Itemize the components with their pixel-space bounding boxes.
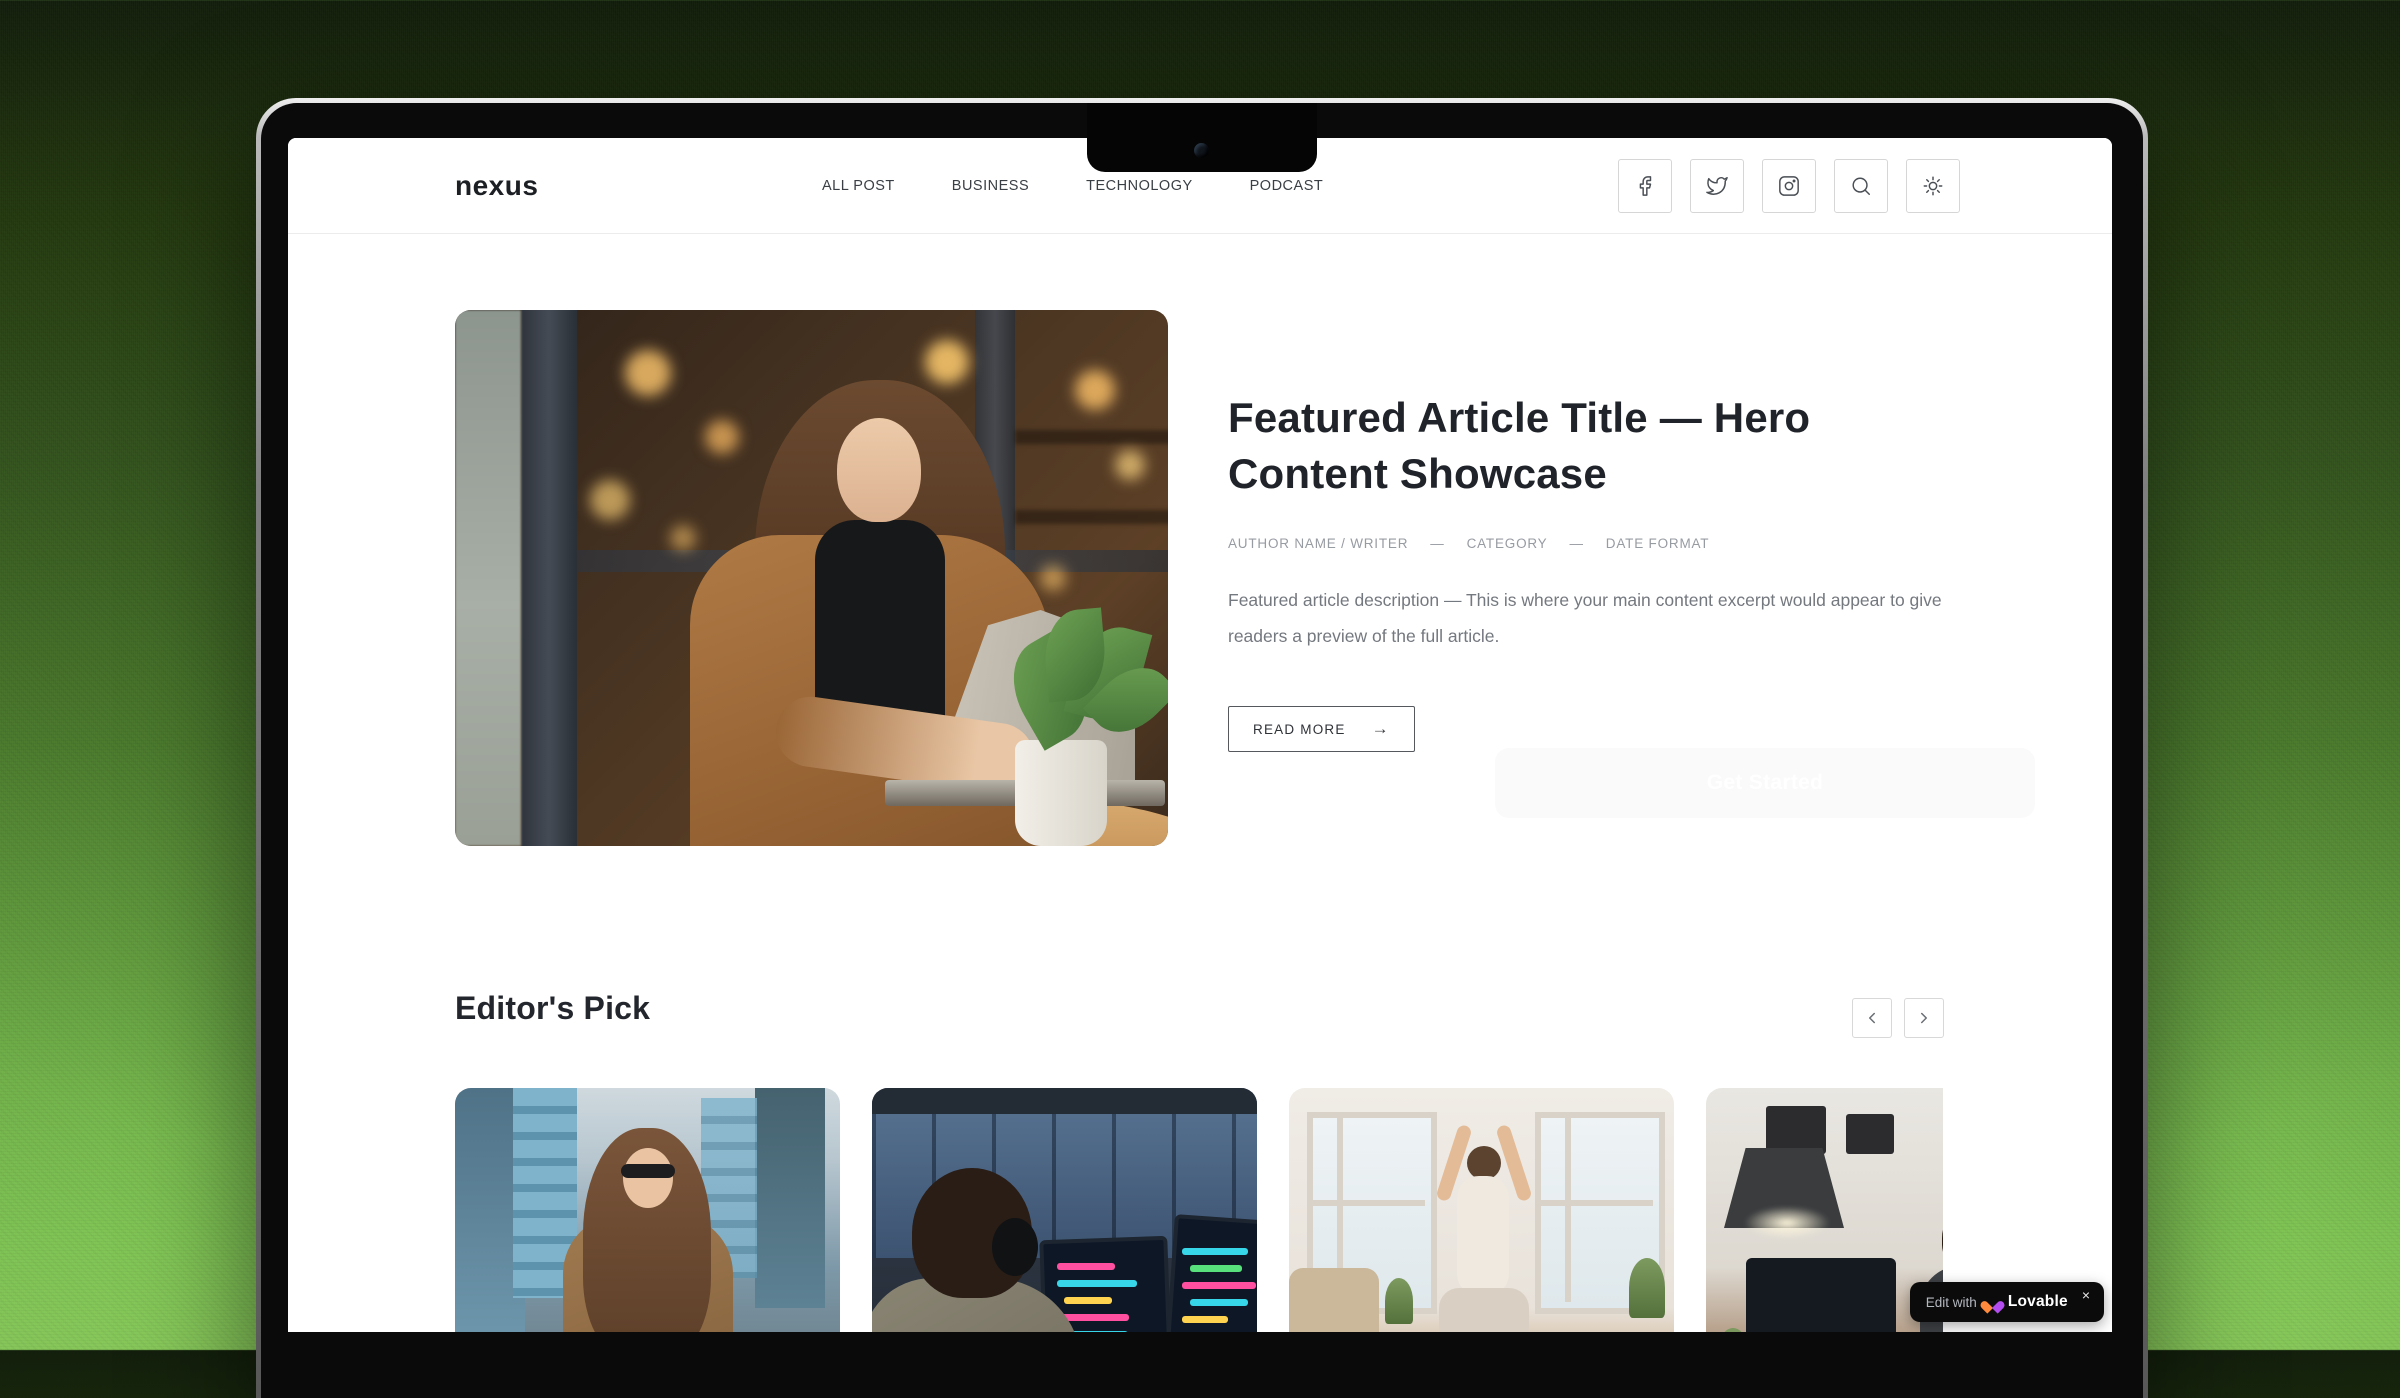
nav-item-business[interactable]: BUSINESS: [952, 178, 1029, 194]
chevron-left-icon: [1863, 1009, 1881, 1027]
meta-separator: —: [1430, 536, 1444, 551]
close-icon[interactable]: ×: [2082, 1287, 2090, 1303]
sun-theme-icon: [1922, 175, 1944, 197]
cafe-window-frame: [521, 310, 577, 846]
brand-logo[interactable]: nexus: [455, 138, 538, 233]
bokeh-light: [1115, 450, 1145, 480]
author-name[interactable]: AUTHOR NAME / WRITER: [1228, 536, 1408, 551]
twitter-icon: [1706, 175, 1728, 197]
instagram-icon: [1778, 175, 1800, 197]
arrow-right-icon: →: [1372, 719, 1390, 739]
editors-pick-card-street-fashion[interactable]: [455, 1088, 840, 1332]
nav-item-podcast[interactable]: PODCAST: [1250, 178, 1324, 194]
editors-pick-heading: Editor's Pick: [455, 990, 650, 1027]
search-icon: [1850, 175, 1872, 197]
search-button[interactable]: [1834, 159, 1888, 213]
featured-article-image[interactable]: [455, 310, 1168, 846]
lovable-edit-badge[interactable]: Edit with Lovable ×: [1910, 1282, 2104, 1322]
featured-article-description: Featured article description — This is w…: [1228, 582, 1958, 654]
carousel-next-button[interactable]: [1904, 998, 1944, 1038]
chevron-right-icon: [1915, 1009, 1933, 1027]
nav-item-all-post[interactable]: ALL POST: [822, 178, 895, 194]
webcam-icon: [1194, 143, 1209, 158]
desktop-wallpaper: { "colors":{"bg_top":"#131f0c","bg_botto…: [0, 0, 2400, 1350]
bokeh-light: [705, 420, 739, 454]
nav-item-technology[interactable]: TECHNOLOGY: [1086, 178, 1193, 194]
carousel-track: [455, 1088, 1943, 1332]
read-more-button[interactable]: READ MORE →: [1228, 706, 1415, 752]
carousel-prev-button[interactable]: [1852, 998, 1892, 1038]
featured-article-meta: AUTHOR NAME / WRITER — CATEGORY — DATE F…: [1228, 536, 1709, 551]
meta-separator: —: [1569, 536, 1583, 551]
laptop-bezel: nexus ALL POST BUSINESS TECHNOLOGY PODCA…: [261, 103, 2143, 1398]
editors-pick-card-developer[interactable]: [872, 1088, 1257, 1332]
instagram-button[interactable]: [1762, 159, 1816, 213]
editors-pick-card-home-office[interactable]: [1706, 1088, 1943, 1332]
header-icon-buttons: [1618, 159, 1960, 213]
bokeh-light: [925, 340, 969, 384]
bokeh-light: [625, 350, 671, 396]
carousel-controls: [1852, 998, 1944, 1038]
street-outside: [455, 310, 521, 846]
woman-turtleneck: [815, 520, 945, 730]
category-label[interactable]: CATEGORY: [1467, 536, 1548, 551]
bokeh-light: [1075, 370, 1115, 410]
editors-pick-carousel: [455, 1088, 1943, 1332]
laptop-frame: nexus ALL POST BUSINESS TECHNOLOGY PODCA…: [256, 98, 2148, 1398]
ghost-get-started-button[interactable]: Get Started: [1495, 748, 2035, 818]
shelf: [1015, 430, 1168, 444]
facebook-icon: [1634, 175, 1656, 197]
read-more-label: READ MORE: [1253, 722, 1346, 737]
featured-article-title[interactable]: Featured Article Title — Hero Content Sh…: [1228, 390, 1888, 502]
twitter-button[interactable]: [1690, 159, 1744, 213]
date-label: DATE FORMAT: [1606, 536, 1710, 551]
shelf: [1015, 510, 1168, 524]
laptop-screen: nexus ALL POST BUSINESS TECHNOLOGY PODCA…: [288, 138, 2112, 1332]
bokeh-light: [590, 480, 630, 520]
facebook-button[interactable]: [1618, 159, 1672, 213]
lovable-heart-icon: [1985, 1296, 2000, 1310]
woman-face: [837, 418, 921, 522]
editors-pick-card-yoga[interactable]: [1289, 1088, 1674, 1332]
plant-pot: [1015, 740, 1107, 846]
bokeh-light: [670, 525, 696, 551]
theme-toggle-button[interactable]: [1906, 159, 1960, 213]
lovable-badge-prefix: Edit with: [1926, 1295, 1977, 1310]
laptop-notch: [1087, 103, 1317, 172]
lovable-brand-label: Lovable: [2008, 1293, 2068, 1311]
bokeh-light: [1040, 565, 1066, 591]
